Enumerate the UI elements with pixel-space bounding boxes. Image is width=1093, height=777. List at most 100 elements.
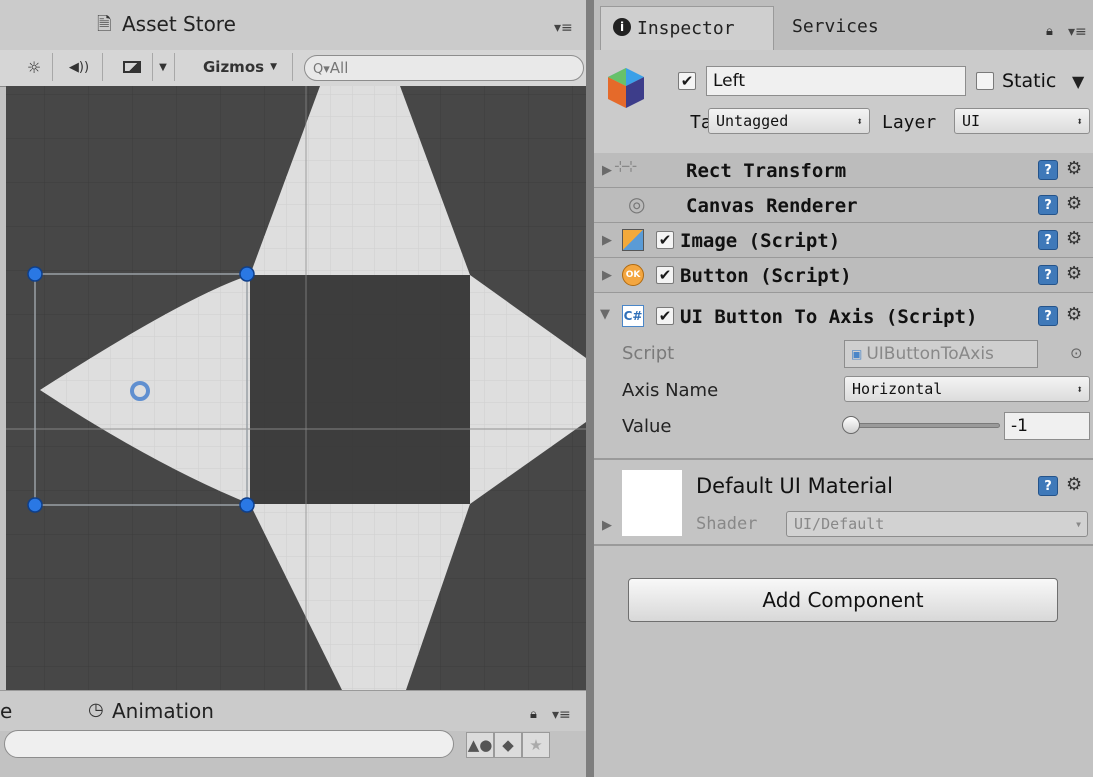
gear-icon[interactable]: ⚙ bbox=[1066, 158, 1082, 179]
favorites-button[interactable]: ★ bbox=[522, 732, 550, 758]
filter-type-button[interactable]: ▲● bbox=[466, 732, 494, 758]
updown-arrow-icon: ⬍ bbox=[1076, 114, 1083, 128]
bottom-tabbar: e ◷ Animation 🔒︎ ▾≡ bbox=[0, 690, 586, 731]
gear-icon[interactable]: ⚙ bbox=[1066, 193, 1082, 214]
panel-menu-icon[interactable]: ▾≡ bbox=[552, 707, 571, 723]
rect-handle-bottom-right bbox=[239, 497, 255, 513]
lock-icon[interactable]: 🔒︎ bbox=[530, 707, 537, 722]
gear-icon[interactable]: ⚙ bbox=[1066, 304, 1082, 325]
value-slider-thumb[interactable] bbox=[842, 416, 860, 434]
enabled-checkbox[interactable]: ✔ bbox=[656, 266, 674, 284]
rect-handle-top-right bbox=[239, 266, 255, 282]
clock-icon: ◷ bbox=[88, 699, 104, 720]
tab-inspector-label: Inspector bbox=[637, 18, 735, 39]
component-canvas-renderer[interactable]: ◎ Canvas Renderer ? ⚙ bbox=[594, 188, 1093, 223]
scene-viewport[interactable] bbox=[6, 86, 586, 690]
inspector-tabbar: i Inspector Services 🔒︎ ▾≡ bbox=[594, 0, 1093, 51]
gear-icon[interactable]: ⚙ bbox=[1066, 228, 1082, 249]
tab-inspector[interactable]: i Inspector bbox=[600, 6, 774, 51]
help-icon[interactable]: ? bbox=[1038, 265, 1058, 285]
value-label: Value bbox=[622, 416, 672, 437]
object-name-value: Left bbox=[713, 71, 745, 91]
audio-icon: ◀)) bbox=[68, 59, 90, 75]
foldout-arrow-icon[interactable]: ▶ bbox=[602, 233, 612, 248]
audio-toggle[interactable]: ◀)) bbox=[56, 53, 103, 81]
lighting-toggle[interactable]: ☼ bbox=[16, 53, 53, 81]
help-icon[interactable]: ? bbox=[1038, 476, 1058, 496]
asset-store-icon: 🗎 bbox=[97, 14, 112, 35]
search-placeholder: All bbox=[329, 59, 349, 77]
component-rect-transform[interactable]: ▶ ⊹⊹ Rect Transform ? ⚙ bbox=[594, 153, 1093, 188]
layer-dropdown[interactable]: UI ⬍ bbox=[954, 108, 1090, 134]
enabled-checkbox[interactable]: ✔ bbox=[656, 307, 674, 325]
component-title: UI Button To Axis (Script) bbox=[680, 306, 978, 328]
script-object-field[interactable]: ▣ UIButtonToAxis bbox=[844, 340, 1038, 368]
gear-icon[interactable]: ⚙ bbox=[1066, 263, 1082, 284]
material-preview bbox=[622, 470, 682, 536]
foldout-arrow-icon[interactable]: ▶ bbox=[602, 268, 612, 283]
script-value: UIButtonToAxis bbox=[866, 344, 994, 364]
add-component-button[interactable]: Add Component bbox=[628, 578, 1058, 622]
static-checkbox[interactable] bbox=[976, 72, 994, 90]
axis-name-label: Axis Name bbox=[622, 380, 719, 401]
help-icon[interactable]: ? bbox=[1038, 230, 1058, 250]
effects-toggle[interactable] bbox=[112, 53, 153, 81]
material-name: Default UI Material bbox=[696, 474, 893, 498]
help-icon[interactable]: ? bbox=[1038, 195, 1058, 215]
layer-value: UI bbox=[962, 112, 981, 130]
shader-dropdown[interactable]: UI/Default ▼ bbox=[786, 511, 1088, 537]
scene-canvas bbox=[6, 86, 586, 690]
object-header: ✔ Left Static ▼ Tag Untagged ⬍ Layer UI … bbox=[594, 50, 1093, 156]
tab-services[interactable]: Services bbox=[792, 16, 879, 37]
enabled-checkbox[interactable]: ✔ bbox=[656, 231, 674, 249]
panel-menu-icon[interactable]: ▾≡ bbox=[554, 20, 573, 36]
panel-menu-icon[interactable]: ▾≡ bbox=[1068, 24, 1087, 40]
partial-tab[interactable]: e bbox=[0, 699, 12, 723]
button-ok-icon: OK bbox=[622, 264, 644, 286]
script-file-icon: ▣ bbox=[851, 347, 863, 361]
shader-label: Shader bbox=[696, 514, 758, 534]
help-icon[interactable]: ? bbox=[1038, 160, 1058, 180]
scene-search-input[interactable]: Q▾All bbox=[304, 55, 584, 81]
star-icon: ★ bbox=[529, 736, 543, 754]
updown-arrow-icon: ⬍ bbox=[1076, 382, 1083, 396]
help-icon[interactable]: ? bbox=[1038, 306, 1058, 326]
rect-handle-top-left bbox=[27, 266, 43, 282]
value-slider-track[interactable] bbox=[848, 423, 1000, 428]
static-dropdown-icon[interactable]: ▼ bbox=[1072, 72, 1084, 91]
panel-divider[interactable] bbox=[586, 0, 594, 777]
search-icon: Q▾ bbox=[313, 62, 330, 77]
component-button[interactable]: ▶ OK ✔ Button (Script) ? ⚙ bbox=[594, 258, 1093, 293]
component-title: Canvas Renderer bbox=[686, 195, 858, 217]
foldout-arrow-icon[interactable]: ▶ bbox=[602, 518, 612, 533]
tag-value: Untagged bbox=[716, 112, 789, 130]
component-image[interactable]: ▶ ✔ Image (Script) ? ⚙ bbox=[594, 223, 1093, 258]
scene-panel: 🗎 Asset Store ▾≡ ☼ ◀)) ▼ Gizmos ▼ Q▾All bbox=[0, 0, 586, 777]
script-label: Script bbox=[622, 343, 675, 364]
value-text: -1 bbox=[1011, 416, 1028, 436]
object-name-field[interactable]: Left bbox=[706, 66, 966, 96]
component-ui-button-to-axis[interactable]: ▼ C# ✔ UI Button To Axis (Script) ? ⚙ bbox=[594, 293, 1093, 335]
asset-store-tab[interactable]: Asset Store bbox=[122, 12, 236, 36]
gizmos-label: Gizmos bbox=[203, 58, 265, 76]
bottom-panel: e ◷ Animation 🔒︎ ▾≡ ▲● ◆ ★ bbox=[0, 690, 586, 777]
lock-icon[interactable]: 🔒︎ bbox=[1046, 24, 1053, 39]
object-picker-icon[interactable]: ⊙ bbox=[1070, 344, 1083, 362]
gameobject-cube-icon bbox=[608, 68, 644, 108]
tag-dropdown[interactable]: Untagged ⬍ bbox=[708, 108, 870, 134]
effects-dropdown[interactable]: ▼ bbox=[152, 53, 175, 81]
project-search-input[interactable] bbox=[4, 730, 454, 758]
axis-name-value: Horizontal bbox=[852, 380, 943, 398]
filter-label-button[interactable]: ◆ bbox=[494, 732, 522, 758]
active-checkbox[interactable]: ✔ bbox=[678, 72, 696, 90]
foldout-open-arrow-icon[interactable]: ▼ bbox=[600, 307, 610, 322]
canvas-renderer-icon: ◎ bbox=[628, 192, 646, 216]
animation-tab[interactable]: Animation bbox=[112, 699, 214, 723]
material-row[interactable]: ▶ Default UI Material ? ⚙ Shader UI/Defa… bbox=[594, 458, 1093, 546]
shapes-icon: ▲● bbox=[467, 736, 493, 754]
gear-icon[interactable]: ⚙ bbox=[1066, 474, 1082, 495]
gizmos-dropdown[interactable]: Gizmos ▼ bbox=[188, 53, 293, 81]
value-input[interactable]: -1 bbox=[1004, 412, 1090, 440]
axis-name-dropdown[interactable]: Horizontal ⬍ bbox=[844, 376, 1090, 402]
foldout-arrow-icon[interactable]: ▶ bbox=[602, 163, 612, 178]
